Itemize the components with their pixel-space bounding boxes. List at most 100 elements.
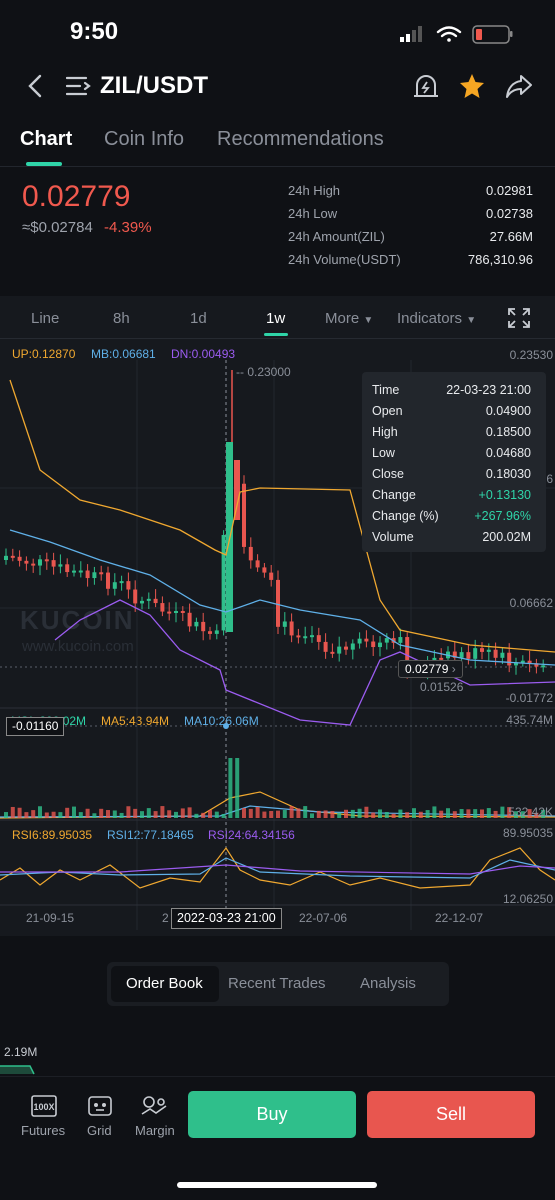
stat-value-24h-amount: 27.66M bbox=[489, 229, 533, 244]
tab-recent-trades[interactable]: Recent Trades bbox=[228, 975, 326, 992]
battery-icon bbox=[472, 25, 513, 44]
volume-bar bbox=[330, 811, 335, 818]
share-icon[interactable] bbox=[505, 73, 533, 99]
candle-body bbox=[38, 559, 42, 566]
peak-price-value: 0.23000 bbox=[247, 365, 291, 379]
timeframe-divider bbox=[0, 338, 555, 339]
candle-body bbox=[126, 581, 131, 590]
candle-body bbox=[378, 642, 382, 648]
candle-body bbox=[140, 600, 144, 604]
volume-bars bbox=[4, 758, 546, 818]
rsi12-line bbox=[0, 857, 555, 879]
candle-tooltip bbox=[362, 372, 546, 552]
sell-button[interactable]: Sell bbox=[367, 1091, 535, 1138]
volume-bar bbox=[112, 810, 117, 818]
tab-chart[interactable]: Chart bbox=[20, 128, 72, 151]
tooltip-label-change-pct: Change (%) bbox=[372, 509, 439, 523]
price-alert-icon[interactable] bbox=[412, 72, 440, 100]
stat-label-24h-low: 24h Low bbox=[288, 206, 338, 221]
candle-body bbox=[507, 652, 512, 666]
candle-body bbox=[398, 637, 403, 643]
volume-bar bbox=[72, 806, 76, 818]
volume-bar bbox=[432, 806, 437, 818]
candle-body bbox=[72, 570, 76, 573]
svg-text:100X: 100X bbox=[33, 1102, 54, 1112]
candle-body bbox=[316, 635, 321, 642]
indicators-menu[interactable]: Indicators ▼ bbox=[397, 310, 476, 327]
signal-icon bbox=[400, 26, 422, 42]
candle-body bbox=[133, 589, 138, 604]
candle-body bbox=[466, 652, 471, 659]
last-price-tag[interactable]: 0.02779 › bbox=[398, 660, 463, 678]
volume-bar bbox=[194, 813, 199, 818]
volume-bar bbox=[480, 809, 484, 818]
volume-bar bbox=[146, 808, 151, 818]
timeframe-8h[interactable]: 8h bbox=[113, 310, 130, 327]
tab-recommendations[interactable]: Recommendations bbox=[217, 128, 384, 151]
candle-body bbox=[65, 564, 70, 573]
tab-analysis[interactable]: Analysis bbox=[360, 975, 416, 992]
timeframe-more[interactable]: More ▼ bbox=[325, 310, 373, 327]
candle-body bbox=[384, 638, 389, 643]
timeframe-1w[interactable]: 1w bbox=[266, 310, 285, 327]
candle-body bbox=[58, 564, 63, 567]
volume-bar bbox=[473, 809, 478, 818]
axis-vol-bottom: 532.42K bbox=[508, 805, 553, 819]
volume-bar bbox=[167, 810, 172, 818]
volume-bar bbox=[323, 810, 328, 818]
stat-value-24h-low: 0.02738 bbox=[486, 206, 533, 221]
candle-body bbox=[357, 638, 362, 644]
candle-body bbox=[153, 598, 158, 604]
pair-title[interactable]: ZIL/USDT bbox=[100, 72, 208, 100]
last-price-tag-value: 0.02779 bbox=[405, 662, 449, 676]
fullscreen-icon[interactable] bbox=[507, 307, 531, 329]
margin-icon[interactable] bbox=[140, 1094, 170, 1118]
candle-body bbox=[208, 631, 212, 634]
volume-bar bbox=[446, 808, 450, 818]
candle-body bbox=[310, 635, 314, 638]
candle-body bbox=[51, 560, 56, 567]
candle-body bbox=[262, 567, 267, 573]
stat-label-24h-amount: 24h Amount(ZIL) bbox=[288, 229, 385, 244]
tab-coin-info[interactable]: Coin Info bbox=[104, 128, 184, 151]
boll-dn-label: DN:0.00493 bbox=[171, 347, 236, 361]
volume-bar bbox=[350, 809, 355, 818]
timeframe-line[interactable]: Line bbox=[31, 310, 59, 327]
more-label: More bbox=[325, 310, 360, 327]
favorite-star-icon[interactable] bbox=[458, 72, 486, 100]
candle-body bbox=[17, 556, 22, 561]
volume-bar bbox=[187, 807, 192, 818]
timeframe-1d[interactable]: 1d bbox=[190, 310, 207, 327]
buy-button[interactable]: Buy bbox=[188, 1091, 356, 1138]
grid-bot-icon[interactable] bbox=[86, 1094, 114, 1118]
volume-bar bbox=[78, 812, 83, 818]
volume-bar bbox=[378, 809, 382, 818]
back-icon[interactable] bbox=[26, 74, 46, 98]
volume-bar bbox=[24, 812, 29, 818]
crosshair-dot bbox=[223, 723, 229, 729]
pair-menu-icon[interactable] bbox=[66, 75, 92, 97]
tab-order-book[interactable]: Order Book bbox=[126, 975, 203, 992]
tooltip-label-volume: Volume bbox=[372, 530, 414, 544]
volume-bar bbox=[214, 811, 219, 818]
candle-body bbox=[194, 621, 199, 627]
volume-bar bbox=[133, 808, 138, 818]
axis-vol-top: 435.74M bbox=[506, 713, 553, 727]
volume-bar bbox=[364, 806, 369, 818]
volume-bar bbox=[398, 809, 403, 818]
tooltip-label-time: Time bbox=[372, 383, 400, 397]
volume-bar bbox=[58, 812, 63, 818]
volume-bar bbox=[296, 808, 301, 818]
volume-bar bbox=[452, 811, 457, 818]
volume-bar bbox=[174, 811, 178, 818]
volume-bar bbox=[44, 812, 49, 818]
candle-body bbox=[24, 560, 29, 564]
volume-bar bbox=[160, 806, 165, 818]
candle-body bbox=[214, 630, 219, 634]
candle-body bbox=[330, 651, 335, 654]
volume-bar bbox=[4, 812, 8, 818]
volume-bar bbox=[119, 812, 124, 818]
axis-main-mid: 0.06662 bbox=[509, 596, 553, 610]
tooltip-label-high: High bbox=[372, 425, 398, 439]
last-price: 0.02779 bbox=[22, 180, 131, 213]
